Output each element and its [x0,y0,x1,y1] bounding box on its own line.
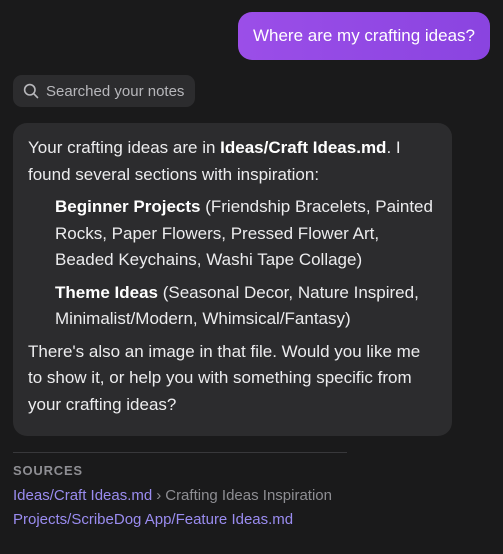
searched-notes-chip[interactable]: Searched your notes [13,75,196,107]
answer-list-item: Theme Ideas (Seasonal Decor, Nature Insp… [55,280,438,333]
item-title: Theme Ideas [55,282,158,302]
search-icon [23,83,39,99]
intro-file-name: Ideas/Craft Ideas.md [220,138,387,157]
assistant-message-bubble: Your crafting ideas are in Ideas/Craft I… [13,123,452,436]
intro-text: Your crafting ideas are in [28,138,221,157]
answer-list-item: Beginner Projects (Friendship Bracelets,… [55,194,438,274]
sources-section: SOURCES Ideas/Craft Ideas.md › Crafting Id… [13,452,347,528]
source-item: Projects/ScribeDog App/Feature Ideas.md [13,511,347,528]
breadcrumb-separator: › [156,487,162,504]
sources-heading: SOURCES [13,463,83,478]
source-link[interactable]: Projects/ScribeDog App/Feature Ideas.md [13,511,293,528]
user-message-text: Where are my crafting ideas? [252,26,475,45]
source-item: Ideas/Craft Ideas.md › Crafting Ideas Insp… [13,487,347,504]
answer-outro: There's also an image in that file. Woul… [28,341,421,414]
chat-thread: Where are my crafting ideas? Searched yo… [0,0,503,554]
source-link[interactable]: Ideas/Craft Ideas.md [13,487,152,504]
item-title: Beginner Projects [55,197,201,216]
search-chip-label: Searched your notes [46,82,185,100]
source-section: Crafting Ideas Inspiration [165,487,332,504]
user-message-bubble: Where are my crafting ideas? [237,12,490,60]
answer-intro: Your crafting ideas are in Ideas/Craft I… [28,135,438,188]
